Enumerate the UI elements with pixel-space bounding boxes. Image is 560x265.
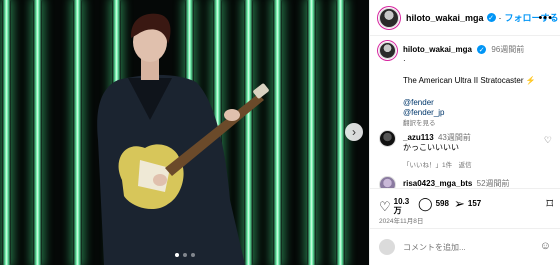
carousel-dot [182, 253, 187, 257]
comment-time: 52週間前 [476, 179, 510, 188]
comment-meta[interactable]: 「いいね！」1件 返信 [403, 159, 472, 169]
share-icon: ➢ [454, 196, 465, 211]
translate-link[interactable]: 翻訳を見る [403, 117, 436, 127]
author-username[interactable]: hiloto_wakai_mga [406, 13, 484, 23]
carousel-dot [190, 253, 195, 257]
avatar[interactable] [379, 42, 396, 59]
chevron-right-icon: › [352, 125, 356, 139]
post-header: hiloto_wakai_mga ✓ · フォローする ••• [370, 0, 560, 36]
action-bar: ♡ 10.3万 ◯ 598 ➢ 157 ⌑ 2024年11月8日 [370, 188, 560, 228]
like-count: 10.3万 [393, 197, 410, 215]
heart-icon: ♡ [379, 198, 391, 214]
verified-badge-icon: ✓ [486, 13, 496, 22]
comment-composer: ☺ [370, 228, 560, 265]
post-date: 2024年11月8日 [379, 218, 424, 225]
like-button[interactable]: ♡ 10.3万 [379, 197, 412, 215]
mention-link[interactable]: @fender_jp [403, 108, 444, 117]
bookmark-icon[interactable]: ⌑ [546, 196, 553, 212]
avatar[interactable] [379, 7, 399, 28]
share-count: 157 [467, 199, 482, 208]
comment-username: risa0423_mga_bts 52週間前 [403, 178, 510, 188]
carousel-dot [174, 253, 179, 257]
verified-badge-icon: ✓ [477, 45, 487, 55]
caption-text: The American Ultra II Stratocaster ⚡ [403, 76, 536, 85]
comment-text: かっこいいいい [403, 143, 459, 152]
comment-input[interactable] [403, 242, 523, 252]
share-button[interactable]: ➢ 157 [454, 197, 481, 210]
caption-time: 96週間前 [491, 45, 525, 54]
caption-dot: · [403, 56, 406, 65]
comment-username-text[interactable]: _azu113 [403, 133, 434, 142]
comment-username-text[interactable]: risa0423_mga_bts [403, 179, 472, 188]
heart-icon[interactable]: ♡ [544, 135, 552, 146]
avatar[interactable] [379, 176, 396, 188]
carousel-indicator [0, 253, 369, 257]
comment-button[interactable]: ◯ 598 [418, 197, 449, 210]
mention-link[interactable]: @fender [403, 98, 434, 107]
avatar[interactable] [379, 130, 396, 147]
post-media[interactable]: › [0, 0, 369, 265]
comments-scroll[interactable]: hiloto_wakai_mga ✓ 96週間前 · The American … [370, 36, 560, 188]
separator-dot: · [498, 12, 502, 23]
caption-header: hiloto_wakai_mga ✓ 96週間前 [403, 44, 524, 55]
emoji-icon[interactable]: ☺ [540, 240, 551, 252]
comment-icon: ◯ [418, 196, 433, 211]
avatar [379, 239, 395, 255]
caption-username[interactable]: hiloto_wakai_mga [403, 45, 472, 54]
post-side-panel: hiloto_wakai_mga ✓ · フォローする ••• hiloto_w… [369, 0, 560, 265]
guitarist-photo [97, 13, 269, 265]
comment-count: 598 [435, 199, 449, 208]
more-options-icon[interactable]: ••• [538, 12, 553, 24]
instagram-post-dialog: › hiloto_wakai_mga ✓ · フォローする ••• hiloto… [0, 0, 560, 265]
comment-time: 43週間前 [437, 133, 471, 142]
next-image-button[interactable]: › [345, 123, 363, 141]
